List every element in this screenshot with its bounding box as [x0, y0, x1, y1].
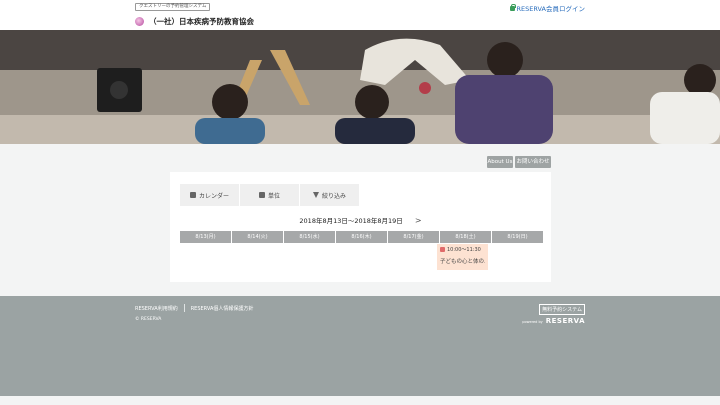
unit-icon: [258, 192, 265, 198]
top-bar: クエストリーの予約管理システム RESERVA会員ログイン （一社）日本疾病予防…: [0, 0, 720, 30]
reserva-logo: RESERVA: [545, 317, 585, 325]
event-title: 子どもの心と体の...: [440, 259, 485, 265]
event-time: 10:00〜11:30: [447, 247, 481, 253]
member-login-label: RESERVA会員ログイン: [516, 5, 586, 13]
org-logo-icon: [135, 17, 144, 26]
divider: [183, 304, 185, 312]
contact-button[interactable]: お問い合わせ: [515, 156, 551, 168]
next-week-button[interactable]: >: [415, 216, 422, 225]
tab-filter[interactable]: 絞り込み: [300, 184, 360, 206]
day-header: 8/15(水): [284, 231, 335, 243]
event-slot[interactable]: 10:00〜11:30 子どもの心と体の...: [437, 244, 488, 270]
tab-label: 絞り込み: [321, 192, 346, 200]
org-name: （一社）日本疾病予防教育協会: [149, 17, 254, 26]
calendar-icon: [189, 192, 196, 198]
free-reservation-link[interactable]: 無料予約システム: [539, 304, 585, 315]
copyright: © RESERVA: [135, 317, 162, 322]
tab-label: カレンダー: [198, 192, 229, 200]
footer: RESERVA利用規約 RESERVA個人情報保護方針 © RESERVA 無料…: [0, 296, 720, 396]
tab-unit[interactable]: 単位: [240, 184, 300, 206]
date-range: 2018年8月13日〜2018年8月19日 >: [170, 215, 551, 225]
footer-links: RESERVA利用規約 RESERVA個人情報保護方針: [135, 304, 253, 312]
filter-icon: [312, 192, 319, 198]
day-header: 8/18(土): [440, 231, 491, 243]
day-header: 8/14(火): [232, 231, 283, 243]
hero-image: [0, 30, 720, 144]
date-range-label: 2018年8月13日〜2018年8月19日: [299, 217, 403, 225]
clock-icon: [440, 247, 445, 252]
day-header: 8/16(木): [336, 231, 387, 243]
terms-link[interactable]: RESERVA利用規約: [135, 305, 178, 312]
day-header: 8/19(日): [492, 231, 543, 243]
day-header: 8/13(月): [180, 231, 231, 243]
member-login-link[interactable]: RESERVA会員ログイン: [509, 3, 586, 13]
tab-calendar[interactable]: カレンダー: [180, 184, 240, 206]
powered-by-logo[interactable]: powered by RESERVA: [522, 317, 585, 325]
about-us-button[interactable]: About Us: [487, 156, 513, 168]
day-header-row: 8/13(月) 8/14(火) 8/15(水) 8/16(木) 8/17(金) …: [180, 231, 544, 243]
view-tabs: カレンダー 単位 絞り込み: [180, 184, 360, 206]
system-badge[interactable]: クエストリーの予約管理システム: [135, 3, 211, 11]
hero-photo: [0, 30, 720, 144]
lock-icon: [509, 3, 516, 11]
calendar-panel: カレンダー 単位 絞り込み 2018年8月13日〜2018年8月19日 > 8/…: [170, 172, 551, 282]
day-header: 8/17(金): [388, 231, 439, 243]
powered-by-label: powered by: [522, 320, 543, 324]
privacy-link[interactable]: RESERVA個人情報保護方針: [191, 305, 254, 312]
event-time-row: 10:00〜11:30: [440, 246, 485, 253]
tab-label: 単位: [267, 192, 280, 200]
org-header[interactable]: （一社）日本疾病予防教育協会: [135, 16, 254, 27]
